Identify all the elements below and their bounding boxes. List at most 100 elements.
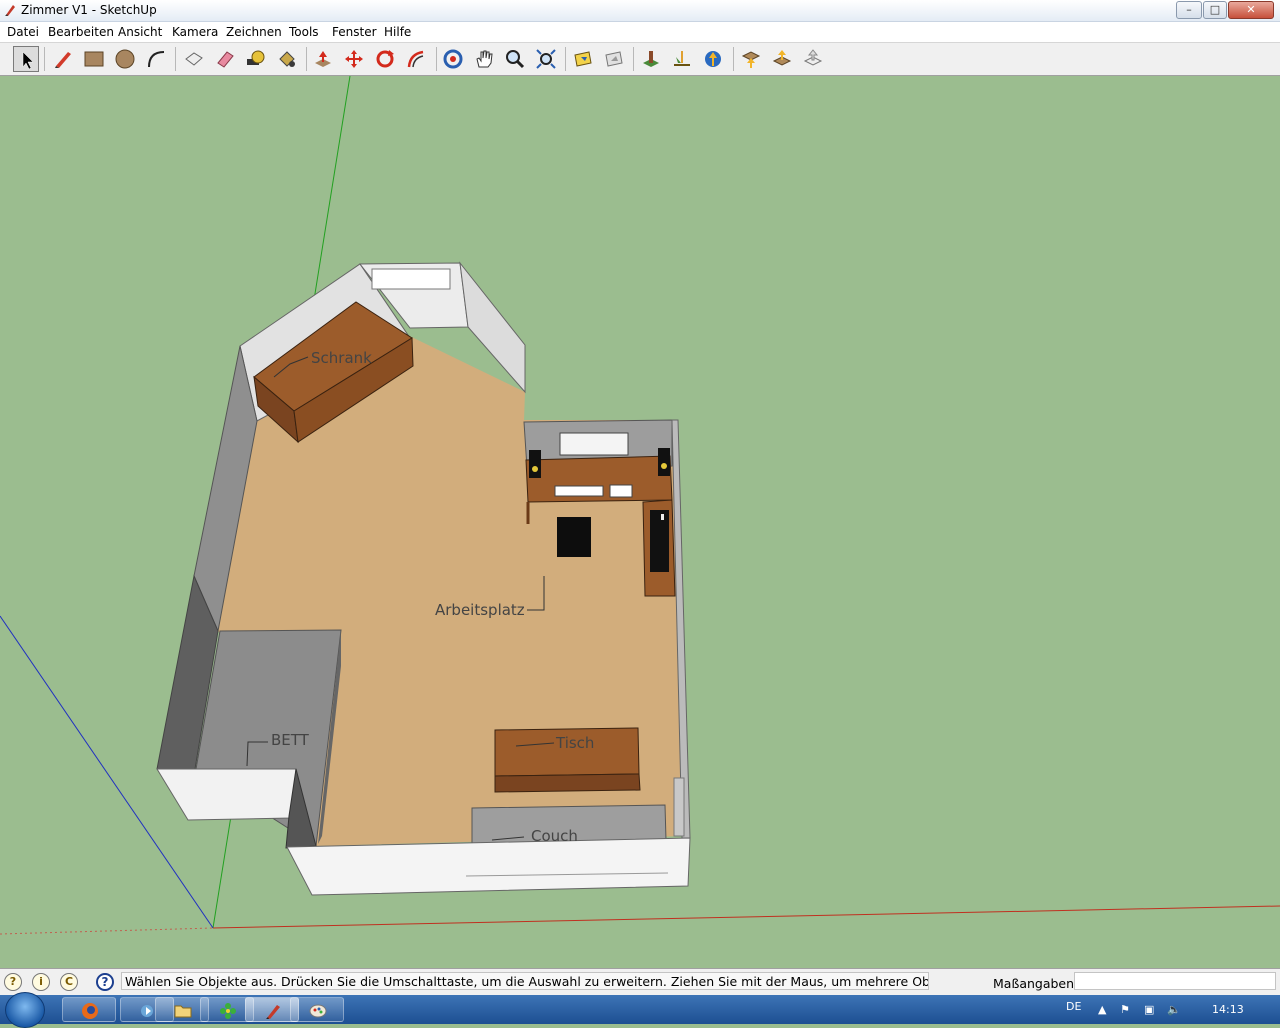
taskbar-paint[interactable]: [290, 997, 344, 1022]
help-icon[interactable]: ?: [96, 973, 114, 991]
label-tisch[interactable]: Tisch: [556, 734, 594, 752]
monitor[interactable]: [559, 432, 629, 456]
select-tool[interactable]: [13, 46, 39, 72]
rotate-icon: [376, 50, 394, 68]
push-pull-icon: [315, 51, 331, 67]
zoom-extents-icon: [536, 49, 556, 69]
offset-tool[interactable]: [403, 46, 429, 72]
eraser-icon: [217, 51, 234, 68]
window-pane: [371, 268, 451, 290]
move-icon: [345, 50, 363, 68]
toolbar-separator: [733, 47, 734, 71]
tray-expand-icon[interactable]: ▲: [1098, 1003, 1106, 1016]
tape-measure-icon: [247, 50, 265, 65]
menu-kamera[interactable]: Kamera: [172, 25, 218, 39]
make-component-tool[interactable]: [181, 46, 207, 72]
tape-measure-tool[interactable]: [243, 46, 269, 72]
window-title: Zimmer V1 - SketchUp: [21, 3, 157, 17]
arc-icon: [148, 51, 165, 68]
previous-view-tool[interactable]: [570, 46, 596, 72]
line-tool[interactable]: [50, 46, 76, 72]
circle-tool[interactable]: [112, 46, 138, 72]
label-arbeitsplatz[interactable]: Arbeitsplatz: [435, 601, 525, 619]
menu-ansicht[interactable]: Ansicht: [118, 25, 162, 39]
measurements-label: Maßangaben: [993, 976, 1075, 991]
push-pull-tool[interactable]: [310, 46, 336, 72]
tisch-front[interactable]: [494, 773, 641, 793]
geolocation-status-icon[interactable]: ?: [4, 973, 22, 991]
status-bar: ? i C ? Wählen Sie Objekte aus. Drücken …: [0, 968, 1280, 995]
close-button[interactable]: ✕: [1228, 1, 1274, 19]
toolbar-separator: [175, 47, 176, 71]
language-indicator[interactable]: DE: [1066, 1000, 1081, 1013]
menu-hilfe[interactable]: Hilfe: [384, 25, 411, 39]
move-tool[interactable]: [341, 46, 367, 72]
folder-icon: [174, 1005, 192, 1018]
measurements-input[interactable]: [1074, 972, 1276, 990]
component-icon: [185, 52, 203, 66]
label-couch[interactable]: Couch: [531, 827, 578, 845]
flag-icon[interactable]: ⚑: [1120, 1003, 1130, 1016]
rotate-tool[interactable]: [372, 46, 398, 72]
speaker-right[interactable]: [658, 448, 670, 476]
start-button[interactable]: [5, 992, 45, 1028]
pan-tool[interactable]: [471, 46, 497, 72]
menu-tools[interactable]: Tools: [289, 25, 319, 39]
mouse-pad[interactable]: [609, 484, 633, 498]
toggle-terrain-tool[interactable]: [669, 46, 695, 72]
add-location-tool[interactable]: [638, 46, 664, 72]
sketchup-icon: [266, 1005, 280, 1019]
zoom-tool[interactable]: [502, 46, 528, 72]
sketchup-logo-icon: [5, 5, 15, 16]
previous-view-icon: [574, 51, 592, 67]
copyright-status-icon[interactable]: C: [60, 973, 78, 991]
share-model-tool[interactable]: [769, 46, 795, 72]
speaker-left[interactable]: [529, 450, 541, 478]
label-schrank[interactable]: Schrank: [311, 349, 372, 367]
menu-zeichnen[interactable]: Zeichnen: [226, 25, 282, 39]
share-model-icon: [772, 50, 792, 66]
minimize-button[interactable]: –: [1176, 1, 1202, 19]
toolbar-separator: [633, 47, 634, 71]
eraser-tool[interactable]: [212, 46, 238, 72]
zoom-extents-tool[interactable]: [533, 46, 559, 72]
toolbar: [0, 43, 1280, 76]
paint-bucket-tool[interactable]: [274, 46, 300, 72]
paint-icon: [309, 1004, 327, 1018]
google-earth-tool[interactable]: [700, 46, 726, 72]
clock[interactable]: 14:13: [1212, 1003, 1244, 1016]
maximize-button[interactable]: □: [1203, 1, 1227, 19]
paint-bucket-icon: [279, 51, 295, 67]
get-models-tool[interactable]: [738, 46, 764, 72]
label-bett[interactable]: BETT: [271, 731, 309, 749]
model-viewport[interactable]: Schrank Arbeitsplatz BETT Tisch Couch: [0, 76, 1280, 967]
circle-icon: [115, 49, 135, 69]
arc-tool[interactable]: [143, 46, 169, 72]
credits-status-icon[interactable]: i: [32, 973, 50, 991]
toolbar-separator: [306, 47, 307, 71]
hand-icon: [476, 50, 493, 68]
rectangle-tool[interactable]: [81, 46, 107, 72]
next-view-tool[interactable]: [601, 46, 627, 72]
toolbar-separator: [436, 47, 437, 71]
magnifier-icon: [506, 50, 525, 69]
menu-fenster[interactable]: Fenster: [332, 25, 377, 39]
keyboard[interactable]: [554, 485, 604, 497]
arrow-cursor-icon: [22, 51, 34, 70]
network-icon[interactable]: ▣: [1144, 1003, 1154, 1016]
pc-tower[interactable]: [650, 510, 669, 572]
toolbar-separator: [44, 47, 45, 71]
taskbar: DE ▲ ⚑ ▣ 🔈 14:13: [0, 992, 1280, 1028]
orbit-tool[interactable]: [440, 46, 466, 72]
menu-datei[interactable]: Datei: [7, 25, 39, 39]
chair[interactable]: [557, 517, 591, 557]
firefox-icon: [82, 1003, 98, 1019]
room-model[interactable]: [0, 76, 1280, 967]
taskbar-firefox[interactable]: [62, 997, 116, 1022]
menu-bearbeiten[interactable]: Bearbeiten: [48, 25, 114, 39]
volume-icon[interactable]: 🔈: [1167, 1003, 1181, 1016]
wall-front[interactable]: [286, 837, 691, 896]
couch-armrest[interactable]: [673, 777, 685, 837]
speaker-left-cone: [532, 466, 538, 472]
share-component-tool[interactable]: [800, 46, 826, 72]
